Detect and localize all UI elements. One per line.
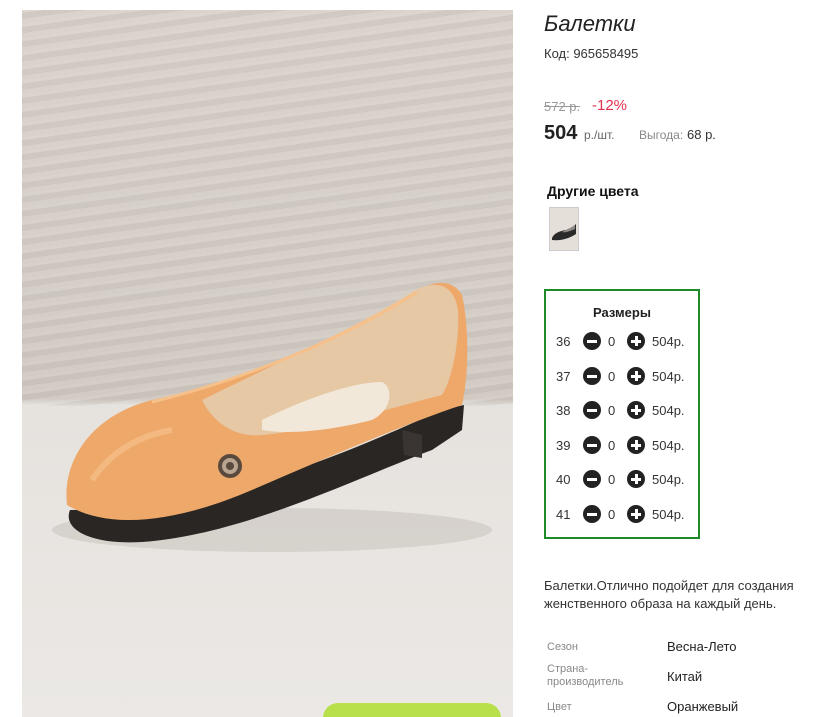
size-price: 504р.: [652, 403, 685, 418]
spec-label-country: Страна-производитель: [547, 663, 624, 688]
sizes-heading: Размеры: [593, 305, 651, 320]
product-photo[interactable]: [22, 10, 513, 717]
minus-icon[interactable]: [583, 332, 601, 350]
size-quantity[interactable]: 0: [608, 403, 615, 418]
spec-value-color: Оранжевый: [667, 699, 739, 714]
size-number: 36: [556, 334, 571, 349]
size-number: 41: [556, 507, 571, 522]
size-price: 504р.: [652, 438, 685, 453]
dark-shoe-thumbnail: [552, 224, 576, 241]
size-number: 37: [556, 369, 571, 384]
plus-icon[interactable]: [627, 436, 645, 454]
plus-icon[interactable]: [627, 401, 645, 419]
current-price: 504: [544, 122, 578, 144]
minus-icon[interactable]: [583, 505, 601, 523]
plus-icon[interactable]: [627, 505, 645, 523]
discount-badge: -12%: [592, 97, 628, 114]
size-row: 37 0 504р.: [546, 366, 698, 388]
add-to-cart-button[interactable]: [323, 703, 501, 717]
size-price: 504р.: [652, 334, 685, 349]
shoe-illustration: [52, 282, 492, 552]
product-description: Балетки.Отлично подойдет для создания же…: [544, 578, 794, 611]
sizes-panel: Размеры 36 0 504р. 37 0 504р. 38 0 504р.…: [544, 289, 700, 539]
spec-value-country: Китай: [667, 669, 703, 684]
size-number: 40: [556, 472, 571, 487]
minus-icon[interactable]: [583, 401, 601, 419]
size-quantity[interactable]: 0: [608, 334, 615, 349]
spec-label-color: Цвет: [547, 701, 572, 713]
old-price: 572 р.: [544, 99, 581, 114]
size-quantity[interactable]: 0: [608, 369, 615, 384]
color-swatch-thumbnail[interactable]: [549, 207, 579, 251]
savings-label: Выгода:: [639, 128, 684, 142]
size-row: 39 0 504р.: [546, 435, 698, 457]
size-price: 504р.: [652, 369, 685, 384]
spec-value-season: Весна-Лето: [667, 639, 737, 654]
product-code: Код: 965658495: [544, 46, 639, 61]
other-colors-heading: Другие цвета: [547, 183, 639, 199]
size-row: 41 0 504р.: [546, 504, 698, 526]
plus-icon[interactable]: [627, 367, 645, 385]
plus-icon[interactable]: [627, 470, 645, 488]
minus-icon[interactable]: [583, 436, 601, 454]
spec-label-season: Сезон: [547, 641, 578, 653]
price-unit: р./шт.: [584, 128, 615, 142]
size-price: 504р.: [652, 507, 685, 522]
size-row: 40 0 504р.: [546, 469, 698, 491]
size-row: 36 0 504р.: [546, 331, 698, 353]
product-title: Балетки: [544, 11, 636, 36]
plus-icon[interactable]: [627, 332, 645, 350]
size-price: 504р.: [652, 472, 685, 487]
size-number: 38: [556, 403, 571, 418]
size-row: 38 0 504р.: [546, 400, 698, 422]
minus-icon[interactable]: [583, 470, 601, 488]
savings-value: 68 р.: [687, 127, 716, 142]
size-quantity[interactable]: 0: [608, 507, 615, 522]
size-number: 39: [556, 438, 571, 453]
size-quantity[interactable]: 0: [608, 472, 615, 487]
size-quantity[interactable]: 0: [608, 438, 615, 453]
minus-icon[interactable]: [583, 367, 601, 385]
